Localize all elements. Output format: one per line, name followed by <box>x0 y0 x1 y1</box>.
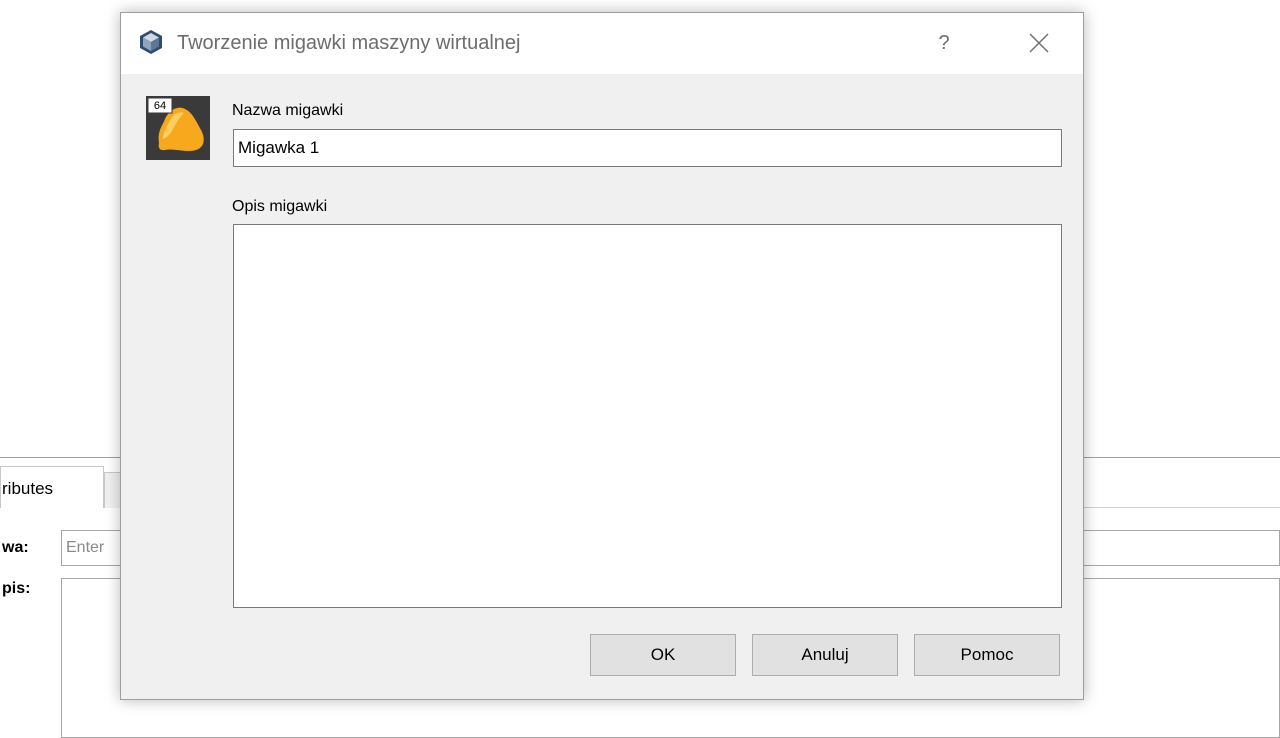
background-tab-underline <box>1083 507 1280 508</box>
close-button[interactable] <box>1016 23 1062 63</box>
background-tab-label: ributes <box>2 479 54 498</box>
background-tabbar-line-left <box>0 457 122 458</box>
snapshot-description-label: Opis migawki <box>232 198 328 215</box>
vm-os-icon: 64 <box>146 96 210 160</box>
snapshot-name-label: Nazwa migawki <box>232 102 344 119</box>
help-question-button[interactable]: ? <box>921 23 967 63</box>
background-desc-label: pis: <box>2 580 31 597</box>
ok-button[interactable]: OK <box>590 634 736 676</box>
close-icon <box>1029 33 1049 53</box>
vm-badge: 64 <box>154 100 166 112</box>
snapshot-description-textarea[interactable] <box>233 224 1062 608</box>
background-name-label: wa: <box>2 539 29 556</box>
snapshot-name-input[interactable] <box>233 129 1062 167</box>
virtualbox-icon <box>140 30 162 54</box>
take-snapshot-dialog: Tworzenie migawki maszyny wirtualnej ? 6… <box>120 12 1084 700</box>
background-tabbar-line-right <box>1083 457 1280 458</box>
cancel-button[interactable]: Anuluj <box>752 634 898 676</box>
dialog-titlebar[interactable]: Tworzenie migawki maszyny wirtualnej ? <box>121 13 1083 74</box>
help-button[interactable]: Pomoc <box>914 634 1060 676</box>
dialog-title: Tworzenie migawki maszyny wirtualnej <box>177 32 521 54</box>
